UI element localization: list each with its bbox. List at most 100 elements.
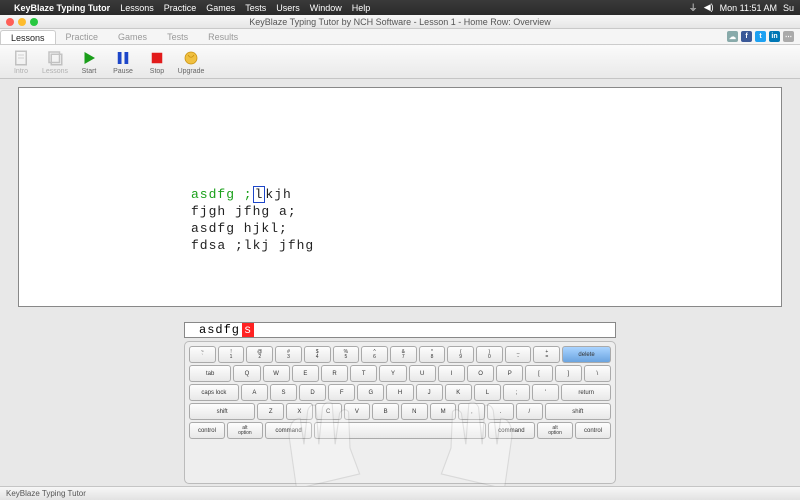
share-cloud-icon[interactable]: ☁	[727, 31, 738, 42]
tab-tests[interactable]: Tests	[157, 29, 198, 44]
upgrade-label: Upgrade	[178, 68, 205, 75]
key-P[interactable]: P	[496, 365, 523, 382]
window-titlebar: KeyBlaze Typing Tutor by NCH Software - …	[0, 15, 800, 29]
share-more-icon[interactable]: ⋯	[783, 31, 794, 42]
menu-help[interactable]: Help	[352, 3, 371, 13]
key-'[interactable]: '	[532, 384, 559, 401]
intro-button[interactable]: Intro	[4, 48, 38, 75]
key-6[interactable]: ^6	[361, 346, 388, 363]
menu-users[interactable]: Users	[276, 3, 300, 13]
key-5[interactable]: %5	[333, 346, 360, 363]
key-Z[interactable]: Z	[257, 403, 284, 420]
key-option-right[interactable]: altoption	[537, 422, 573, 439]
key-T[interactable]: T	[350, 365, 377, 382]
tab-practice[interactable]: Practice	[56, 29, 109, 44]
key-D[interactable]: D	[299, 384, 326, 401]
key-U[interactable]: U	[409, 365, 436, 382]
key-7[interactable]: &7	[390, 346, 417, 363]
key-S[interactable]: S	[270, 384, 297, 401]
key-control-left[interactable]: control	[189, 422, 225, 439]
key-Q[interactable]: Q	[233, 365, 260, 382]
input-typed: asdfg	[199, 323, 240, 337]
menubar-user[interactable]: Su	[783, 3, 794, 13]
menu-games[interactable]: Games	[206, 3, 235, 13]
key-8[interactable]: *8	[419, 346, 446, 363]
key-10[interactable]: )0	[476, 346, 503, 363]
typing-input[interactable]: asdfg s	[184, 322, 616, 338]
key-B[interactable]: B	[372, 403, 399, 420]
onscreen-keyboard: ~`!1@2#3$4%5^6&7*8(9)0_-+=delete tabQWER…	[184, 341, 616, 484]
key-X[interactable]: X	[286, 403, 313, 420]
wifi-icon[interactable]: ⏚	[689, 1, 698, 14]
stop-button[interactable]: Stop	[140, 48, 174, 75]
key-command-left[interactable]: command	[265, 422, 312, 439]
key-delete[interactable]: delete	[562, 346, 611, 363]
app-menu[interactable]: KeyBlaze Typing Tutor	[14, 3, 110, 13]
pause-button[interactable]: Pause	[106, 48, 140, 75]
key-;[interactable]: ;	[503, 384, 530, 401]
key-C[interactable]: C	[315, 403, 342, 420]
key-.[interactable]: .	[487, 403, 514, 420]
share-icons: ☁ f t in ⋯	[727, 29, 800, 44]
key-1[interactable]: !1	[218, 346, 245, 363]
tab-results[interactable]: Results	[198, 29, 248, 44]
menubar-clock[interactable]: Mon 11:51 AM	[720, 3, 777, 13]
key-M[interactable]: M	[430, 403, 457, 420]
key-J[interactable]: J	[416, 384, 443, 401]
key-3[interactable]: #3	[275, 346, 302, 363]
key-,[interactable]: ,	[458, 403, 485, 420]
stop-label: Stop	[150, 68, 164, 75]
zoom-window-button[interactable]	[30, 18, 38, 26]
share-facebook-icon[interactable]: f	[741, 31, 752, 42]
key-shift-right[interactable]: shift	[545, 403, 611, 420]
key-V[interactable]: V	[344, 403, 371, 420]
key-K[interactable]: K	[445, 384, 472, 401]
status-text: KeyBlaze Typing Tutor	[6, 489, 86, 498]
key-11[interactable]: _-	[505, 346, 532, 363]
key-control-right[interactable]: control	[575, 422, 611, 439]
key-N[interactable]: N	[401, 403, 428, 420]
key-4[interactable]: $4	[304, 346, 331, 363]
menu-window[interactable]: Window	[310, 3, 342, 13]
key-A[interactable]: A	[241, 384, 268, 401]
tab-games[interactable]: Games	[108, 29, 157, 44]
key-Y[interactable]: Y	[379, 365, 406, 382]
key-W[interactable]: W	[263, 365, 290, 382]
key-H[interactable]: H	[386, 384, 413, 401]
key-E[interactable]: E	[292, 365, 319, 382]
key-][interactable]: ]	[555, 365, 582, 382]
key-F[interactable]: F	[328, 384, 355, 401]
share-linkedin-icon[interactable]: in	[769, 31, 780, 42]
lessons-button[interactable]: Lessons	[38, 48, 72, 75]
key-I[interactable]: I	[438, 365, 465, 382]
key-option-left[interactable]: altoption	[227, 422, 263, 439]
volume-icon[interactable]: ◀)	[704, 2, 714, 13]
minimize-window-button[interactable]	[18, 18, 26, 26]
key-2[interactable]: @2	[246, 346, 273, 363]
key-[[interactable]: [	[525, 365, 552, 382]
key-L[interactable]: L	[474, 384, 501, 401]
close-window-button[interactable]	[6, 18, 14, 26]
tab-lessons[interactable]: Lessons	[0, 30, 56, 44]
start-button[interactable]: Start	[72, 48, 106, 75]
key-capslock[interactable]: caps lock	[189, 384, 239, 401]
menu-practice[interactable]: Practice	[164, 3, 197, 13]
key-G[interactable]: G	[357, 384, 384, 401]
key-0[interactable]: ~`	[189, 346, 216, 363]
upgrade-button[interactable]: Upgrade	[174, 48, 208, 75]
key-/[interactable]: /	[516, 403, 543, 420]
menu-tests[interactable]: Tests	[245, 3, 266, 13]
key-\[interactable]: \	[584, 365, 611, 382]
key-space[interactable]	[314, 422, 486, 439]
share-twitter-icon[interactable]: t	[755, 31, 766, 42]
key-O[interactable]: O	[467, 365, 494, 382]
key-12[interactable]: +=	[533, 346, 560, 363]
menu-lessons[interactable]: Lessons	[120, 3, 154, 13]
key-return[interactable]: return	[561, 384, 611, 401]
key-tab[interactable]: tab	[189, 365, 231, 382]
cursor-char: l	[253, 186, 266, 203]
key-command-right[interactable]: command	[488, 422, 535, 439]
key-R[interactable]: R	[321, 365, 348, 382]
key-9[interactable]: (9	[447, 346, 474, 363]
key-shift-left[interactable]: shift	[189, 403, 255, 420]
